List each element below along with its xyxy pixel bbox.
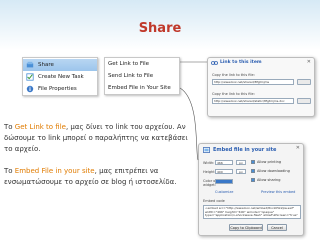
width-label: Width: [203,161,215,165]
customize-link[interactable]: Customize [215,190,233,194]
menu-item-share[interactable]: Share [23,59,97,71]
field-label: Copy the link to this file: [212,92,255,96]
checkbox-label: Allow sharing [257,178,281,182]
menu-item-create-task[interactable]: Create New Task [23,71,97,83]
submenu-item-send-link[interactable]: Send Link to File [108,73,153,79]
embed-icon [203,147,210,153]
checkbox-label: Allow printing [257,160,282,164]
menu-item-file-properties[interactable]: File Properties [23,83,97,95]
copy-to-clipboard-button[interactable]: Copy to Clipboard [229,224,263,231]
close-icon[interactable]: ✕ [296,145,300,151]
link-field[interactable]: http://www.box.net/shared/8fgtmjms [212,79,294,85]
allow-printing-checkbox[interactable] [251,160,255,164]
field-label: Copy the link to this file: [212,73,255,77]
submenu-item-get-link[interactable]: Get Link to File [108,61,149,67]
allow-downloading-checkbox[interactable] [251,169,255,173]
close-icon[interactable]: ✕ [307,59,311,65]
menu-item-label: Create New Task [38,74,84,80]
copy-button[interactable] [297,79,311,85]
text: Το [4,167,15,175]
width-unit-select[interactable]: px [236,160,246,165]
height-input[interactable]: 400 [215,169,233,174]
page-title: Share [138,21,182,36]
task-icon [26,73,34,81]
dialog-title: Embed file in your site [213,147,277,153]
context-menu: Share Create New Task File Properties [22,57,98,96]
menu-item-label: Share [38,62,54,68]
dialog-title: Link to this item [220,60,262,65]
text: Το [4,123,15,131]
submenu-item-embed-file[interactable]: Embed File in Your Site [108,85,171,91]
description-paragraph: Το Get Link to file, μας δίνει το link τ… [4,122,188,155]
highlight-get-link: Get Link to file [14,123,66,131]
checkbox-label: Allow downloading [257,169,290,173]
height-label: Height: [203,170,216,174]
embed-code-field[interactable]: <embed src="http://www.box.net/embed/8nc… [203,205,301,219]
description-text: Το Get Link to file, μας δίνει το link τ… [4,122,188,188]
menu-item-label: File Properties [38,86,77,92]
code-label: Embed code [203,199,225,203]
width-input[interactable]: 466 [215,160,233,165]
direct-link-field[interactable]: http://www.box.net/shared/static/8fgtmjm… [212,98,294,104]
share-icon [26,61,34,68]
copy-button[interactable] [297,98,311,104]
height-unit-select[interactable]: px [236,169,246,174]
share-submenu: Get Link to File Send Link to File Embed… [104,57,180,95]
allow-sharing-checkbox[interactable] [251,178,255,182]
link-dialog: Link to this item ✕ Copy the link to thi… [207,57,315,117]
highlight-embed-file: Embed File in your site [14,167,95,175]
color-picker[interactable] [215,179,233,184]
link-icon [211,61,218,65]
info-icon [26,85,34,93]
embed-dialog: Embed file in your site ✕ Width: 466 px … [198,143,304,236]
cancel-button[interactable]: Cancel [267,224,287,231]
description-paragraph: Το Embed File in your site, μας επιτρέπε… [4,166,188,188]
preview-embed-link[interactable]: Preview this embed [261,190,295,194]
